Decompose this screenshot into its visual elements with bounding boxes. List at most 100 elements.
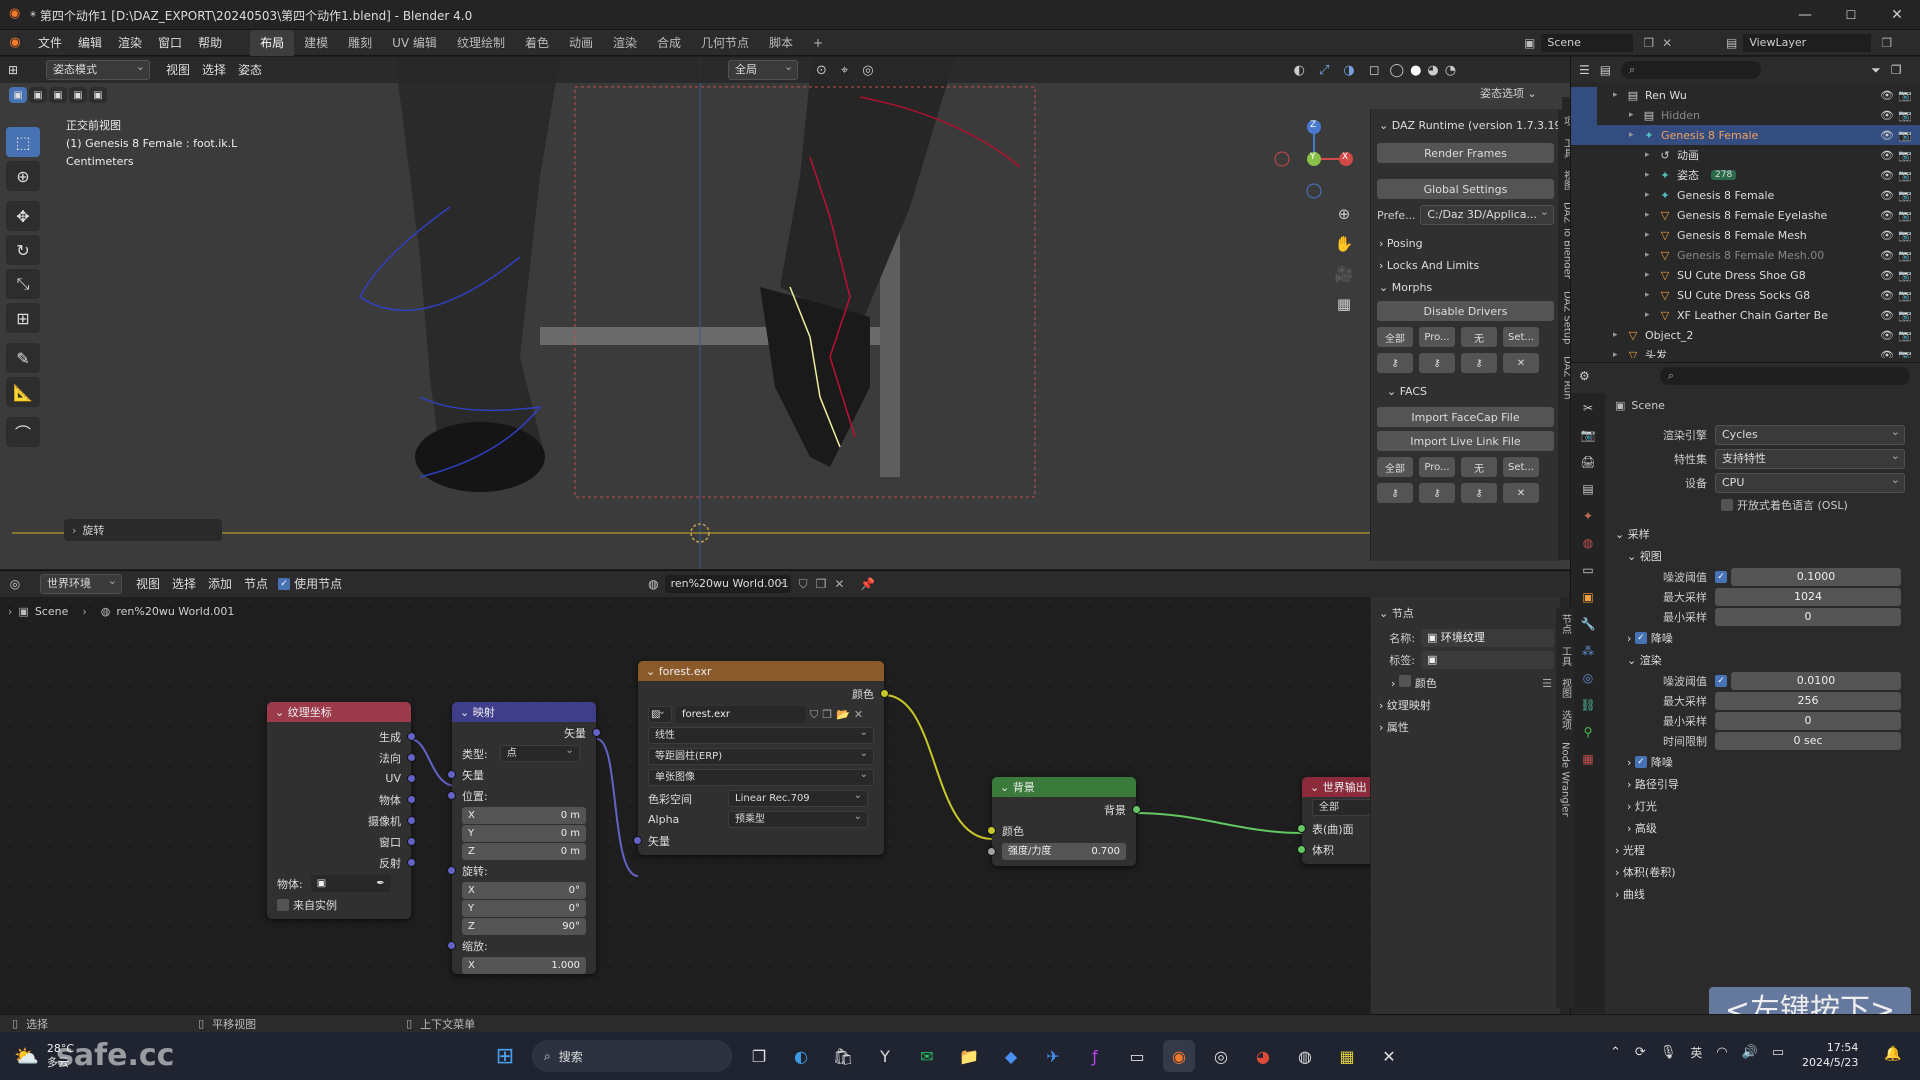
outliner-row[interactable]: ▸ ✦ Genesis 8 Female 👁 📷 [1571, 185, 1920, 205]
viewport-min-field[interactable]: 0 [1715, 608, 1901, 626]
menu-item-3[interactable]: 窗口 [150, 30, 190, 56]
facs-key-icon[interactable]: ⚷ [1377, 483, 1413, 503]
measure-tool-icon[interactable]: 📐 [6, 377, 40, 407]
visibility-eye-icon[interactable]: 👁 [1880, 189, 1894, 202]
render-tab-icon[interactable]: 📷 [1575, 423, 1601, 447]
render-noise-checkbox[interactable]: ✓ [1715, 675, 1727, 687]
pivot-icon[interactable]: ⊙ [816, 63, 827, 78]
world-volume-socket[interactable] [1297, 845, 1306, 854]
mapping-output-socket[interactable] [592, 728, 601, 737]
morph-button-2[interactable]: 无 [1461, 327, 1497, 347]
store-icon[interactable]: 🛍 [827, 1040, 859, 1072]
app-blue-icon[interactable]: ◆ [995, 1040, 1027, 1072]
background-output-socket[interactable] [1132, 805, 1141, 814]
daz-runtime-header[interactable]: ⌄ DAZ Runtime (version 1.7.3.19 [1371, 115, 1562, 137]
facs-clear-icon[interactable]: ✕ [1503, 483, 1539, 503]
solid-shading-icon[interactable]: ● [1410, 63, 1421, 78]
select-extend-icon[interactable]: ▣ [29, 87, 47, 103]
morph-clear-icon[interactable]: ✕ [1503, 353, 1539, 373]
render-camera-icon[interactable]: 📷 [1898, 109, 1912, 122]
select-invert-icon[interactable]: ▣ [69, 87, 87, 103]
render-camera-icon[interactable]: 📷 [1898, 209, 1912, 222]
texcoord-output-socket[interactable] [407, 816, 416, 825]
expand-arrow-icon[interactable]: ▸ [1645, 250, 1657, 260]
add-workspace-button[interactable]: + [803, 30, 833, 56]
app-purple-icon[interactable]: ƒ [1079, 1040, 1111, 1072]
scene-delete-icon[interactable]: ✕ [1662, 36, 1672, 50]
menu-item-1[interactable]: 编辑 [70, 30, 110, 56]
expand-arrow-icon[interactable]: ▸ [1645, 170, 1657, 180]
menu-item-4[interactable]: 帮助 [190, 30, 230, 56]
navigation-gizmo[interactable]: Z Y X [1274, 119, 1354, 199]
world-surface-socket[interactable] [1297, 824, 1306, 833]
volume-icon[interactable]: 🔊 [1742, 1045, 1758, 1060]
image-open-icon[interactable]: 📂 [836, 708, 850, 721]
workspace-tab-6[interactable]: 动画 [559, 30, 603, 56]
workspace-tab-9[interactable]: 几何节点 [691, 30, 759, 56]
editor-type-icon[interactable]: ⊞ [0, 63, 26, 77]
render-noise-field[interactable]: 0.0100 [1731, 672, 1901, 690]
data-tab-icon[interactable]: ⚲ [1575, 720, 1601, 744]
taskbar-search[interactable]: ⌕ 搜索 [532, 1040, 732, 1072]
expand-arrow-icon[interactable]: ▸ [1645, 270, 1657, 280]
texture-mapping-section[interactable]: › 纹理映射 [1371, 695, 1560, 717]
display-mode-icon[interactable]: ▤ [1600, 63, 1611, 77]
expand-arrow-icon[interactable]: ▸ [1645, 290, 1657, 300]
morph-button-0[interactable]: 全部 [1377, 327, 1413, 347]
visibility-eye-icon[interactable]: 👁 [1880, 269, 1894, 282]
visibility-eye-icon[interactable]: 👁 [1880, 249, 1894, 262]
visibility-icon[interactable]: ◐ [1294, 63, 1305, 78]
mapping-vector-socket[interactable] [447, 770, 456, 779]
mapping-rot-field[interactable]: X 0° [462, 881, 586, 899]
node-sidebar-tab-0[interactable]: 节点 [1558, 608, 1573, 640]
file-explorer-icon[interactable]: 📁 [953, 1040, 985, 1072]
viewport-noise-field[interactable]: 0.1000 [1731, 568, 1901, 586]
workspace-tab-0[interactable]: 布局 [250, 29, 295, 56]
blender-taskbar-icon[interactable]: ◉ [1163, 1040, 1195, 1072]
workspace-tab-3[interactable]: UV 编辑 [382, 30, 447, 56]
workspace-tab-2[interactable]: 雕刻 [338, 30, 382, 56]
texcoord-output-socket[interactable] [407, 774, 416, 783]
texcoord-output-socket[interactable] [407, 858, 416, 867]
facs-key-remove-icon[interactable]: ⚷ [1461, 483, 1497, 503]
workspace-tab-5[interactable]: 着色 [515, 30, 559, 56]
visibility-eye-icon[interactable]: 👁 [1880, 229, 1894, 242]
3d-viewport[interactable]: ⊞ 姿态模式 视图选择姿态 全局 ⊙ ⌖ ◎ ◐ ⤢ ◑ ◻ ◯ ● ◕ ◔ ▣… [0, 57, 1570, 569]
morphs-section[interactable]: ⌄ Morphs [1371, 277, 1560, 299]
viewport-menu-0[interactable]: 视图 [160, 57, 196, 83]
render-camera-icon[interactable]: 📷 [1898, 269, 1912, 282]
facs-button-2[interactable]: 无 [1461, 457, 1497, 477]
rotate-tool-icon[interactable]: ↻ [6, 235, 40, 265]
render-engine-dropdown[interactable]: Cycles [1715, 423, 1905, 445]
select-new-icon[interactable]: ▣ [9, 87, 27, 103]
workspace-tab-4[interactable]: 纹理绘制 [447, 30, 515, 56]
mapping-loc-field[interactable]: Y 0 m [462, 824, 586, 842]
visibility-eye-icon[interactable]: 👁 [1880, 109, 1894, 122]
cursor-tool-icon[interactable]: ⊕ [6, 161, 40, 191]
viewport-denoise-checkbox[interactable]: ✓ [1634, 632, 1647, 644]
node-color-checkbox[interactable] [1398, 675, 1411, 687]
node-label-field[interactable]: ▣ [1421, 651, 1554, 669]
output-tab-icon[interactable]: 🖨 [1575, 450, 1601, 474]
outliner-row[interactable]: ▸ ▽ SU Cute Dress Shoe G8 👁 📷 [1571, 265, 1920, 285]
eyedropper-icon[interactable]: ✒ [376, 875, 384, 892]
transform-tool-icon[interactable]: ⊞ [6, 303, 40, 333]
windows-start-icon[interactable]: ⊞ [489, 1040, 521, 1072]
image-duplicate-icon[interactable]: ❐ [822, 708, 832, 721]
curves-section[interactable]: › 曲线 [1615, 883, 1915, 905]
node-properties-section[interactable]: › 属性 [1371, 717, 1560, 739]
close-button[interactable]: ✕ [1874, 0, 1920, 30]
facs-button-1[interactable]: Pro... [1419, 457, 1455, 477]
material-shading-icon[interactable]: ◕ [1427, 63, 1438, 78]
pose-options-label[interactable]: 姿态选项 [1480, 87, 1524, 100]
render-max-field[interactable]: 256 [1715, 692, 1901, 710]
tray-app-icon[interactable]: ⟳ [1635, 1045, 1646, 1060]
background-strength-field[interactable]: 强度/力度 0.700 [1002, 843, 1126, 860]
bone-tool-icon[interactable]: ⌒ [6, 417, 40, 447]
sampling-section[interactable]: ⌄ 采样 [1615, 523, 1915, 545]
background-color-socket[interactable] [987, 826, 996, 835]
collection-tab-icon[interactable]: ▭ [1575, 558, 1601, 582]
outliner-row[interactable]: ▸ ✦ 姿态 278 👁 📷 [1571, 165, 1920, 185]
constraint-tab-icon[interactable]: ⛓ [1575, 693, 1601, 717]
node-sidebar-tab-2[interactable]: 视图 [1558, 672, 1573, 704]
